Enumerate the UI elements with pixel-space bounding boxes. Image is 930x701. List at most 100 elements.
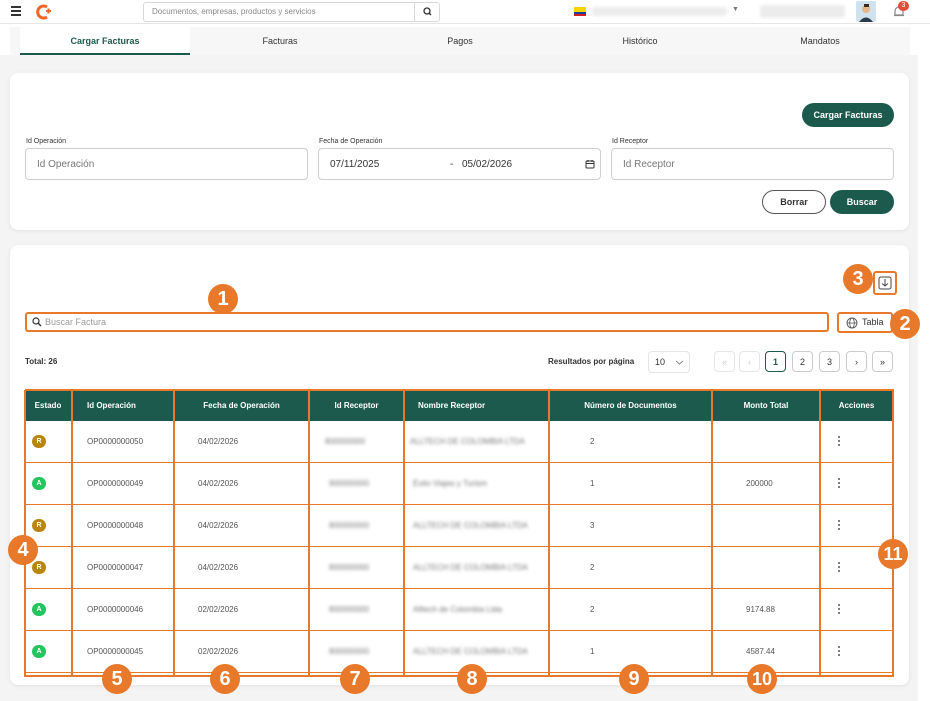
tab-historico[interactable]: Histórico bbox=[560, 27, 720, 55]
table-row[interactable]: R OP0000000048 04/02/2026 800000000 ALLT… bbox=[25, 505, 893, 547]
cell-nombre-receptor: ALLTECH DE COLOMBIA LTDA bbox=[410, 437, 525, 446]
highlight-line bbox=[71, 390, 73, 677]
next-page-button[interactable]: › bbox=[846, 351, 867, 372]
highlight-line bbox=[308, 390, 310, 677]
chevron-down-icon[interactable]: ▼ bbox=[732, 6, 739, 13]
total-count: Total: 26 bbox=[25, 357, 58, 366]
first-page-button[interactable]: « bbox=[714, 351, 735, 372]
cell-fecha: 02/02/2026 bbox=[198, 605, 239, 614]
header-fecha-operacion[interactable]: Fecha de Operación bbox=[174, 390, 309, 421]
search-icon bbox=[32, 317, 42, 327]
header-nombre-receptor[interactable]: Nombre Receptor bbox=[404, 390, 549, 421]
table-row[interactable]: R OP0000000050 04/02/2026 800000000 ALLT… bbox=[25, 421, 893, 463]
global-search-placeholder: Documentos, empresas, productos y servic… bbox=[152, 7, 316, 16]
annotation-9: 9 bbox=[619, 664, 649, 694]
rows-per-page-label: Resultados por página bbox=[548, 357, 635, 366]
highlight-line bbox=[25, 389, 894, 391]
annotation-7: 7 bbox=[340, 664, 370, 694]
status-badge: R bbox=[32, 561, 46, 574]
id-operacion-label: Id Operación bbox=[26, 138, 67, 145]
cell-id-receptor: 800000000 bbox=[329, 521, 370, 530]
load-invoices-button[interactable]: Cargar Facturas bbox=[802, 103, 894, 127]
company-selector[interactable] bbox=[592, 7, 727, 16]
cell-documentos: 3 bbox=[590, 521, 595, 530]
annotation-4: 4 bbox=[8, 535, 38, 565]
notification-badge: 3 bbox=[898, 1, 909, 11]
cell-id-operacion: OP0000000047 bbox=[87, 563, 144, 572]
date-to[interactable]: 05/02/2026 bbox=[462, 159, 512, 170]
page-2-button[interactable]: 2 bbox=[792, 351, 813, 372]
annotation-8: 8 bbox=[457, 664, 487, 694]
annotation-5: 5 bbox=[102, 664, 132, 694]
annotation-10: 10 bbox=[747, 664, 777, 694]
prev-page-button[interactable]: ‹ bbox=[739, 351, 760, 372]
view-toggle-label: Tabla bbox=[862, 317, 884, 327]
table-row[interactable]: R OP0000000047 04/02/2026 800000000 ALLT… bbox=[25, 547, 893, 589]
header-estado[interactable]: Estado bbox=[25, 390, 71, 421]
page-1-button[interactable]: 1 bbox=[765, 351, 786, 372]
more-actions-icon[interactable] bbox=[838, 646, 841, 657]
header-acciones[interactable]: Acciones bbox=[820, 390, 893, 421]
cell-nombre-receptor: Alltech de Colombia Ltda bbox=[413, 605, 502, 614]
cell-id-operacion: OP0000000046 bbox=[87, 605, 144, 614]
more-actions-icon[interactable] bbox=[838, 478, 841, 489]
more-actions-icon[interactable] bbox=[838, 436, 841, 447]
annotation-6: 6 bbox=[210, 664, 240, 694]
header-id-receptor[interactable]: Id Receptor bbox=[309, 390, 404, 421]
user-name bbox=[760, 5, 845, 18]
table-row[interactable]: A OP0000000046 02/02/2026 800000000 Allt… bbox=[25, 589, 893, 631]
highlight-line bbox=[892, 390, 894, 677]
highlight-line bbox=[24, 390, 26, 677]
header-monto-total[interactable]: Monto Total bbox=[712, 390, 820, 421]
header-numero-documentos[interactable]: Número de Documentos bbox=[549, 390, 712, 421]
date-range-input[interactable]: 07/11/2025 - 05/02/2026 bbox=[318, 148, 601, 180]
status-badge: R bbox=[32, 435, 46, 448]
more-actions-icon[interactable] bbox=[838, 562, 841, 573]
cell-id-operacion: OP0000000049 bbox=[87, 479, 144, 488]
tab-cargar-facturas[interactable]: Cargar Facturas bbox=[20, 27, 190, 55]
tab-pagos[interactable]: Pagos bbox=[380, 27, 540, 55]
colombia-flag-icon[interactable] bbox=[574, 7, 586, 16]
cell-fecha: 04/02/2026 bbox=[198, 479, 239, 488]
global-search-input[interactable]: Documentos, empresas, productos y servic… bbox=[143, 2, 440, 22]
page-3-button[interactable]: 3 bbox=[819, 351, 840, 372]
cell-documentos: 1 bbox=[590, 479, 595, 488]
rows-per-page-select[interactable]: 10 bbox=[648, 351, 690, 373]
clear-button[interactable]: Borrar bbox=[762, 190, 826, 214]
last-page-button[interactable]: » bbox=[872, 351, 893, 372]
highlight-line bbox=[173, 390, 175, 677]
highlight-line bbox=[548, 390, 550, 677]
annotation-1: 1 bbox=[208, 284, 238, 314]
cell-id-receptor: 900000000 bbox=[329, 479, 370, 488]
table-row[interactable]: A OP0000000049 04/02/2026 900000000 Éxit… bbox=[25, 463, 893, 505]
status-badge: A bbox=[32, 477, 46, 490]
search-filter-button[interactable]: Buscar bbox=[830, 190, 894, 214]
more-actions-icon[interactable] bbox=[838, 604, 841, 615]
tab-facturas[interactable]: Facturas bbox=[200, 27, 360, 55]
date-from[interactable]: 07/11/2025 bbox=[330, 159, 379, 170]
table-header: Estado Id Operación Fecha de Operación I… bbox=[25, 390, 893, 421]
id-operacion-input[interactable]: Id Operación bbox=[25, 148, 308, 180]
id-receptor-input[interactable]: Id Receptor bbox=[611, 148, 894, 180]
menu-icon[interactable] bbox=[11, 6, 21, 16]
invoice-search-input[interactable]: Buscar Factura bbox=[25, 312, 829, 332]
cell-monto: 9174.88 bbox=[746, 605, 775, 614]
search-button[interactable] bbox=[414, 2, 439, 22]
download-button[interactable] bbox=[873, 271, 897, 295]
tab-mandatos[interactable]: Mandatos bbox=[740, 27, 900, 55]
id-receptor-placeholder: Id Receptor bbox=[623, 159, 675, 170]
cell-id-operacion: OP0000000048 bbox=[87, 521, 144, 530]
more-actions-icon[interactable] bbox=[838, 520, 841, 531]
id-receptor-label: Id Receptor bbox=[612, 138, 649, 145]
status-badge: R bbox=[32, 519, 46, 532]
annotation-2: 2 bbox=[890, 309, 920, 339]
calendar-icon[interactable] bbox=[585, 159, 595, 169]
cell-documentos: 2 bbox=[590, 437, 595, 446]
status-badge: A bbox=[32, 603, 46, 616]
cell-nombre-receptor: ALLTECH DE COLOMBIA LTDA bbox=[413, 521, 528, 530]
avatar[interactable] bbox=[856, 1, 876, 22]
header-id-operacion[interactable]: Id Operación bbox=[72, 390, 174, 421]
brand-logo[interactable] bbox=[35, 3, 53, 21]
view-toggle-button[interactable]: Tabla bbox=[837, 312, 893, 333]
chevron-down-icon bbox=[675, 360, 684, 365]
